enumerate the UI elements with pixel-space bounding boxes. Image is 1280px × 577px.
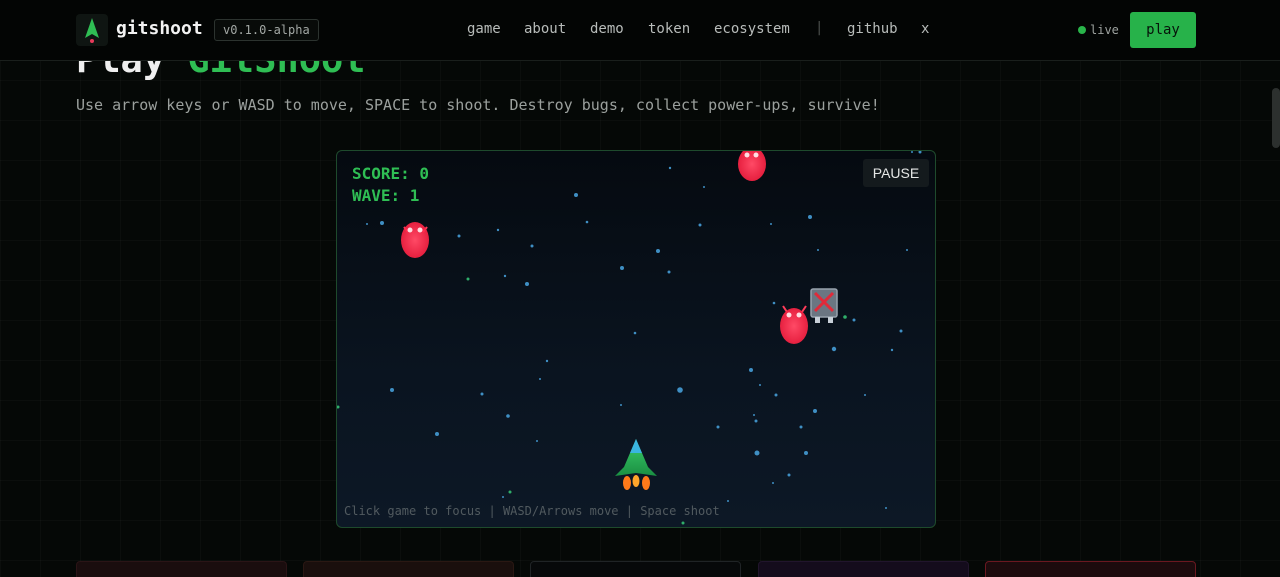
game-canvas[interactable]: SCORE: 0 WAVE: 1 PAUSE Click game to foc… xyxy=(336,150,936,528)
feature-card[interactable] xyxy=(76,561,287,577)
feature-card[interactable] xyxy=(303,561,514,577)
game-controls-hint: Click game to focus | WASD/Arrows move |… xyxy=(344,504,720,518)
nav-link-demo[interactable]: demo xyxy=(590,21,624,37)
bug-enemy xyxy=(401,222,429,258)
nav-link-ecosystem[interactable]: ecosystem xyxy=(714,21,790,37)
live-label: live xyxy=(1090,23,1119,37)
logo[interactable] xyxy=(76,14,108,46)
scrollbar-thumb[interactable] xyxy=(1272,88,1280,148)
nav-link-github[interactable]: github xyxy=(847,21,898,37)
nav-link-about[interactable]: about xyxy=(524,21,566,37)
bug-enemy xyxy=(738,151,766,181)
feature-card[interactable] xyxy=(758,561,969,577)
nav-link-game[interactable]: game xyxy=(467,21,501,37)
play-button[interactable]: play xyxy=(1130,12,1196,48)
player-ship xyxy=(615,439,657,490)
nav-link-x[interactable]: x xyxy=(921,21,929,37)
powerup-crate-icon xyxy=(810,288,838,323)
bug-enemy xyxy=(780,305,808,344)
score-display: SCORE: 0 xyxy=(352,164,430,183)
top-navbar: gitshoot v0.1.0-alpha game about demo to… xyxy=(0,0,1280,61)
pause-button[interactable]: PAUSE xyxy=(863,159,929,187)
game-instructions: Use arrow keys or WASD to move, SPACE to… xyxy=(76,96,880,114)
version-badge: v0.1.0-alpha xyxy=(214,19,319,41)
brand-name[interactable]: gitshoot xyxy=(116,18,203,39)
wave-display: WAVE: 1 xyxy=(352,186,420,205)
live-dot-icon xyxy=(1078,26,1086,34)
nav-separator: | xyxy=(815,20,824,36)
nav-link-token[interactable]: token xyxy=(648,21,690,37)
game-scene xyxy=(337,151,922,525)
rocket-logo-icon xyxy=(85,18,99,43)
feature-card[interactable] xyxy=(985,561,1196,577)
feature-card[interactable] xyxy=(530,561,741,577)
live-status: live xyxy=(1078,23,1119,37)
